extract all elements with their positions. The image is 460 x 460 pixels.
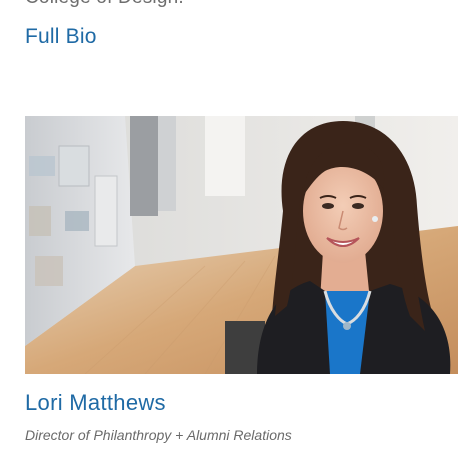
profile-photo [25,116,458,374]
intro-text-fragment: College of Design. [25,0,184,9]
person-name: Lori Matthews [25,390,166,415]
full-bio-link[interactable]: Full Bio [25,25,97,49]
profile-page: College of Design. Full Bio [0,0,460,460]
person-job-title: Director of Philanthropy + Alumni Relati… [25,427,292,443]
